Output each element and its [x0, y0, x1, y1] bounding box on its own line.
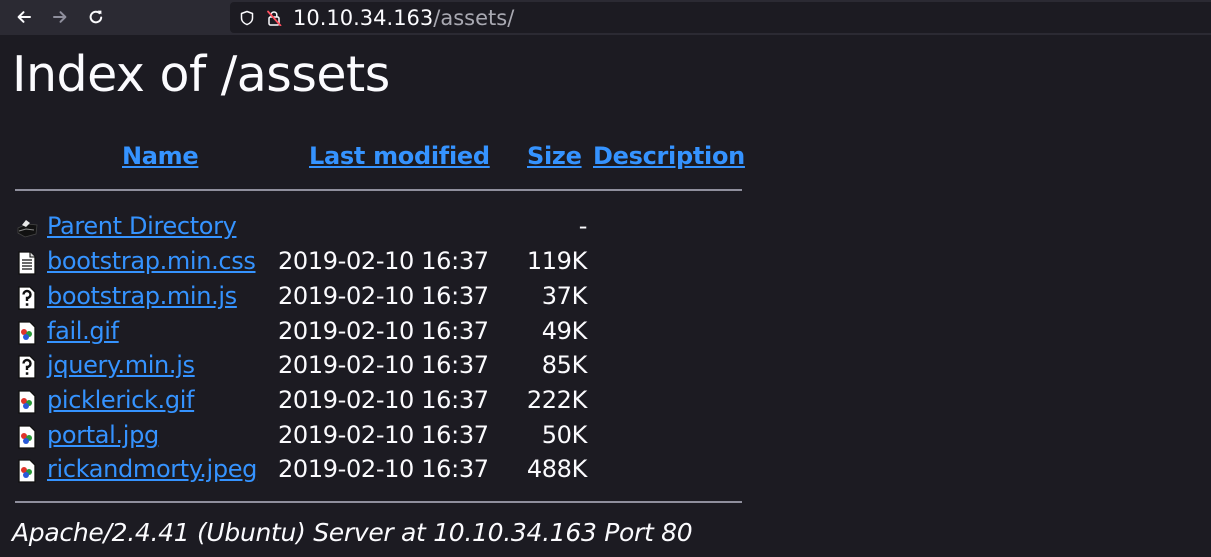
reload-button[interactable]: [83, 4, 109, 30]
page-content: Index of /assets Name Last modified Size…: [0, 35, 1211, 557]
image-file-icon: [18, 425, 36, 449]
server-signature: Apache/2.4.41 (Ubuntu) Server at 10.10.3…: [12, 518, 693, 547]
reload-icon: [89, 10, 103, 24]
unknown-file-icon: [18, 355, 36, 379]
file-modified: 2019-02-10 16:37: [278, 282, 489, 310]
image-file-icon: [18, 390, 36, 414]
file-size: 119K: [526, 247, 588, 275]
file-link-parent-directory[interactable]: Parent Directory: [47, 210, 237, 242]
sort-by-name-link[interactable]: Name: [122, 141, 199, 171]
url-text[interactable]: 10.10.34.163/assets/: [293, 5, 514, 31]
table-row: bootstrap.min.css 2019-02-10 16:37 119K: [0, 245, 800, 279]
file-size: 50K: [541, 421, 588, 449]
table-row: jquery.min.js 2019-02-10 16:37 85K: [0, 349, 800, 383]
url-path: /assets/: [433, 6, 515, 30]
file-size: -: [578, 212, 588, 240]
file-link-bootstrap-js[interactable]: bootstrap.min.js: [47, 280, 237, 312]
file-modified: 2019-02-10 16:37: [278, 455, 489, 483]
file-modified: 2019-02-10 16:37: [278, 421, 489, 449]
file-link-picklerick-gif[interactable]: picklerick.gif: [47, 384, 194, 416]
file-size: 488K: [526, 455, 588, 483]
file-modified: 2019-02-10 16:37: [278, 317, 489, 345]
file-link-portal-jpg[interactable]: portal.jpg: [47, 419, 159, 451]
sort-by-size-link[interactable]: Size: [527, 141, 582, 171]
file-modified: 2019-02-10 16:37: [278, 351, 489, 379]
file-size: 85K: [541, 351, 588, 379]
header-divider: [15, 189, 742, 191]
arrow-right-icon: [53, 11, 67, 23]
url-host: 10.10.34.163: [293, 6, 434, 30]
table-row: picklerick.gif 2019-02-10 16:37 222K: [0, 384, 800, 418]
text-file-icon: [18, 251, 36, 275]
file-link-rickandmorty-jpeg[interactable]: rickandmorty.jpeg: [47, 453, 257, 485]
table-row: portal.jpg 2019-02-10 16:37 50K: [0, 419, 800, 453]
browser-toolbar: 10.10.34.163/assets/: [0, 0, 1211, 35]
file-modified: 2019-02-10 16:37: [278, 386, 489, 414]
insecure-lock-icon[interactable]: [266, 10, 282, 26]
footer-divider: [15, 501, 742, 503]
sort-by-modified-link[interactable]: Last modified: [309, 141, 490, 171]
file-size: 222K: [526, 386, 588, 414]
table-row: rickandmorty.jpeg 2019-02-10 16:37 488K: [0, 453, 800, 487]
image-file-icon: [18, 459, 36, 483]
file-link-fail-gif[interactable]: fail.gif: [47, 315, 119, 347]
table-row: bootstrap.min.js 2019-02-10 16:37 37K: [0, 280, 800, 314]
file-modified: 2019-02-10 16:37: [278, 247, 489, 275]
shield-icon[interactable]: [239, 10, 255, 26]
image-file-icon: [18, 321, 36, 345]
file-size: 49K: [541, 317, 588, 345]
url-bar[interactable]: 10.10.34.163/assets/: [230, 2, 1211, 33]
table-row: Parent Directory -: [0, 210, 800, 244]
unknown-file-icon: [18, 286, 36, 310]
back-folder-icon: [17, 220, 38, 238]
sort-by-description-link[interactable]: Description: [593, 141, 745, 171]
file-link-jquery-js[interactable]: jquery.min.js: [47, 349, 195, 381]
page-title: Index of /assets: [12, 46, 390, 103]
arrow-left-icon: [17, 11, 31, 23]
table-row: fail.gif 2019-02-10 16:37 49K: [0, 315, 800, 349]
file-size: 37K: [541, 282, 588, 310]
back-button[interactable]: [11, 4, 37, 30]
forward-button[interactable]: [47, 4, 73, 30]
file-link-bootstrap-css[interactable]: bootstrap.min.css: [47, 245, 256, 277]
